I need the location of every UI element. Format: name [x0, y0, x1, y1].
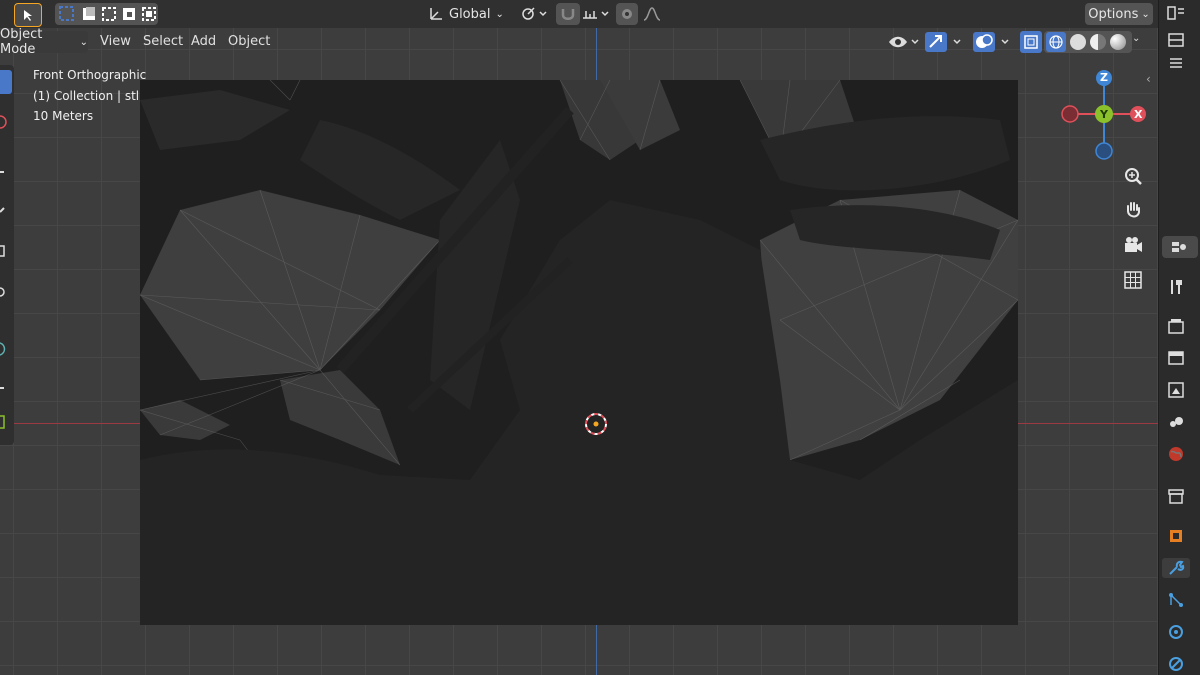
overlay-icon[interactable] — [972, 31, 1016, 53]
constraints-icon[interactable] — [1166, 654, 1186, 674]
pivot-point-dropdown[interactable] — [518, 3, 550, 25]
menu-view[interactable]: View — [100, 34, 131, 49]
cursor-tool-icon[interactable] — [0, 110, 12, 134]
visibility-icon[interactable] — [886, 31, 920, 53]
mode-label: Object Mode — [0, 27, 43, 57]
transform-tool-icon[interactable] — [0, 280, 12, 304]
menu-object[interactable]: Object — [228, 34, 270, 49]
render-props-icon[interactable] — [1166, 316, 1186, 336]
camera-icon[interactable] — [1121, 233, 1145, 257]
mesh-wireframe — [140, 80, 1018, 625]
editor-type-icon[interactable] — [1166, 3, 1186, 23]
pivot-icon — [522, 7, 547, 20]
chevron-down-icon[interactable]: ⌄ — [1132, 33, 1140, 44]
transform-orientation-dropdown[interactable]: Global ⌄ — [428, 3, 510, 25]
gizmo-icon[interactable] — [924, 31, 968, 53]
measure-tool-icon[interactable] — [0, 370, 12, 394]
3d-viewport[interactable]: Front Orthographic (1) Collection | stl … — [0, 0, 1158, 675]
collection-icon[interactable] — [1166, 486, 1186, 506]
proportional-falloff-dropdown[interactable] — [640, 3, 668, 25]
chevron-down-icon: ⌄ — [1141, 8, 1150, 20]
solid-shading-icon[interactable] — [1070, 34, 1086, 50]
properties-menu-icon[interactable] — [1162, 236, 1198, 258]
snap-increment-icon — [583, 11, 609, 19]
xray-icon[interactable] — [1020, 31, 1042, 53]
gizmo-x-label: X — [1134, 108, 1143, 121]
menu-add[interactable]: Add — [191, 34, 216, 49]
add-cube-tool-icon[interactable] — [0, 410, 12, 434]
sidebar-toggle-icon[interactable]: ‹ — [1146, 72, 1158, 92]
rendered-shading-icon[interactable] — [1110, 34, 1126, 50]
gizmo-z-label: Z — [1100, 71, 1108, 84]
annotate-tool-icon[interactable] — [0, 337, 12, 361]
select-mode-group[interactable] — [55, 3, 158, 25]
scale-tool-icon[interactable] — [0, 240, 12, 264]
physics-icon[interactable] — [1166, 622, 1186, 642]
move-tool-icon[interactable] — [0, 160, 12, 184]
world-icon[interactable] — [1166, 444, 1186, 464]
global-transform-icon — [430, 8, 442, 20]
transform-orientation-label: Global — [449, 6, 491, 22]
collection-label: (1) Collection | stl — [33, 89, 140, 103]
view-layer-icon[interactable] — [1166, 380, 1186, 400]
tool-icon[interactable] — [1166, 277, 1186, 297]
options-label: Options — [1088, 6, 1139, 22]
menu-select[interactable]: Select — [143, 34, 183, 49]
viewport-header: Global ⌄ Options ⌄ — [0, 0, 1158, 28]
proportional-icon[interactable] — [616, 3, 638, 25]
output-props-icon[interactable] — [1166, 348, 1186, 368]
snap-target-dropdown[interactable] — [580, 3, 612, 25]
zoom-icon[interactable] — [1121, 164, 1145, 188]
mode-dropdown[interactable]: Object Mode ⌄ — [0, 27, 88, 57]
list-icon[interactable] — [1166, 53, 1186, 73]
chevron-down-icon: ⌄ — [495, 8, 504, 20]
select-tool-icon[interactable] — [14, 3, 42, 27]
left-toolbar[interactable] — [0, 65, 14, 445]
list-icon[interactable] — [1166, 30, 1186, 50]
3d-cursor-icon[interactable] — [584, 412, 608, 436]
select-box-icon[interactable] — [57, 4, 157, 24]
object-icon[interactable] — [1166, 526, 1186, 546]
select-box-tool-icon[interactable] — [0, 70, 12, 94]
modifier-icon[interactable] — [1162, 558, 1190, 578]
particles-icon[interactable] — [1166, 590, 1186, 610]
options-dropdown[interactable]: Options ⌄ — [1085, 3, 1153, 25]
scene-icon[interactable] — [1166, 412, 1186, 432]
snap-icon[interactable] — [556, 3, 580, 25]
view-name: Front Orthographic — [33, 68, 147, 82]
pan-icon[interactable] — [1121, 198, 1145, 222]
material-shading-icon[interactable] — [1090, 34, 1106, 50]
stl-mesh[interactable] — [140, 80, 1018, 625]
chevron-down-icon: ⌄ — [79, 36, 88, 48]
wireframe-shading-icon[interactable] — [1046, 32, 1066, 52]
grid-scale: 10 Meters — [33, 109, 94, 123]
rotate-tool-icon[interactable] — [0, 200, 12, 224]
ortho-grid-icon[interactable] — [1121, 268, 1145, 292]
falloff-curve-icon — [643, 7, 661, 21]
shading-mode-group[interactable] — [1044, 31, 1132, 53]
gizmo-y-label: Y — [1100, 108, 1108, 121]
